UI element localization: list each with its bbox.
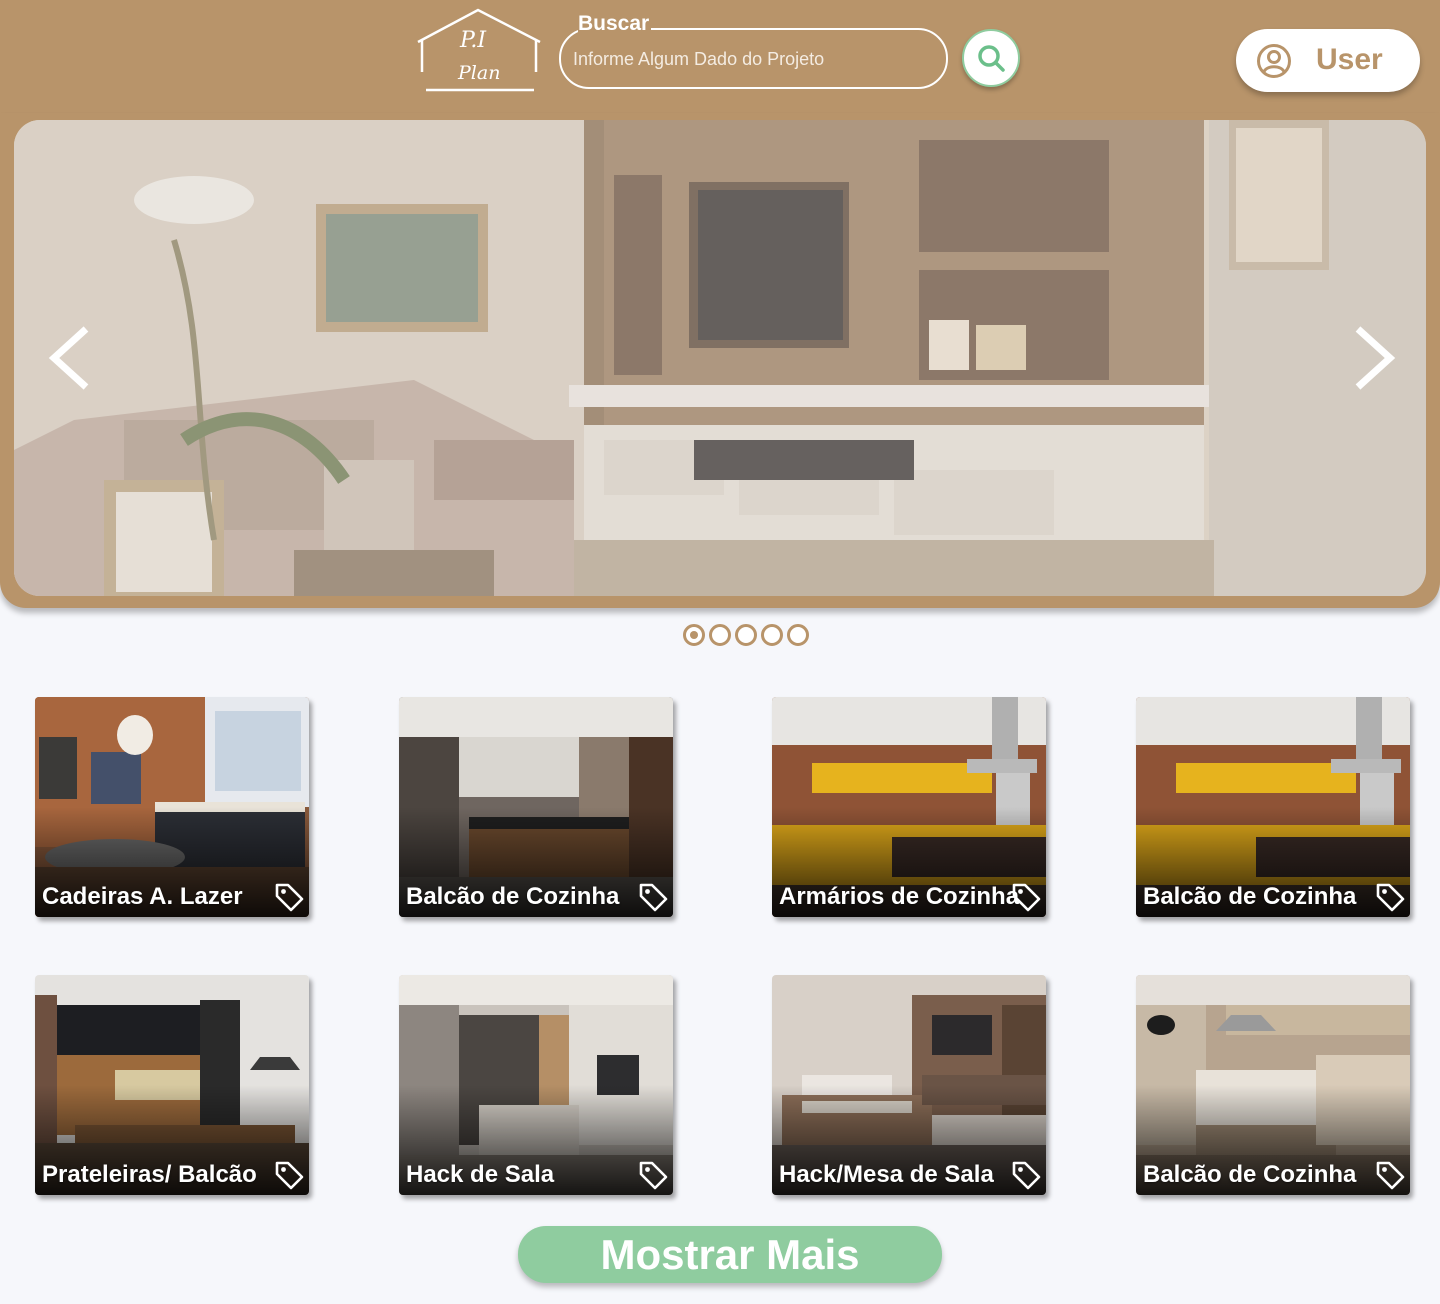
card-title: Balcão de Cozinha (1143, 883, 1357, 910)
carousel-dot-1[interactable] (683, 624, 705, 646)
card-title: Prateleiras/ Balcão (42, 1161, 257, 1188)
search-box (559, 28, 948, 89)
search-icon (978, 45, 1005, 72)
tag-icon (639, 1161, 668, 1190)
project-card[interactable]: Hack de Sala (399, 975, 673, 1195)
tag-icon (275, 1161, 304, 1190)
tag-icon (1376, 883, 1405, 912)
project-card[interactable]: Balcão de Cozinha (1136, 975, 1410, 1195)
tag-icon (1012, 883, 1041, 912)
project-card[interactable]: Hack/Mesa de Sala (772, 975, 1046, 1195)
user-button[interactable]: User (1236, 29, 1420, 92)
project-card[interactable]: Balcão de Cozinha (1136, 697, 1410, 917)
project-card[interactable]: Cadeiras A. Lazer (35, 697, 309, 917)
card-title: Cadeiras A. Lazer (42, 883, 243, 910)
chevron-right-icon (1355, 326, 1396, 390)
search-button[interactable] (962, 29, 1020, 87)
card-title: Balcão de Cozinha (1143, 1161, 1357, 1188)
carousel-prev-button[interactable] (44, 325, 94, 391)
tag-icon (1376, 1161, 1405, 1190)
tag-icon (1012, 1161, 1041, 1190)
project-card[interactable]: Armários de Cozinha (772, 697, 1046, 917)
carousel-dot-3[interactable] (735, 624, 757, 646)
carousel-slide (14, 120, 1426, 596)
carousel-dot-2[interactable] (709, 624, 731, 646)
card-title: Hack de Sala (406, 1161, 555, 1188)
card-title: Armários de Cozinha (779, 883, 1020, 910)
project-card[interactable]: Balcão de Cozinha (399, 697, 673, 917)
tag-icon (639, 883, 668, 912)
carousel-next-button[interactable] (1350, 325, 1400, 391)
carousel-dot-4[interactable] (761, 624, 783, 646)
tag-icon (275, 883, 304, 912)
chevron-left-icon (48, 326, 89, 390)
carousel-overlay (14, 120, 1426, 596)
user-label: User (1316, 43, 1383, 76)
header: P.I Plan Buscar User (0, 0, 1440, 120)
card-title: Hack/Mesa de Sala (779, 1161, 994, 1188)
logo-text: P.I (460, 28, 487, 53)
search-label: Buscar (578, 12, 652, 36)
user-icon (1257, 44, 1291, 78)
card-title: Balcão de Cozinha (406, 883, 620, 910)
carousel-dot-5[interactable] (787, 624, 809, 646)
logo[interactable]: P.I Plan (412, 6, 544, 96)
logo-subtext: Plan (458, 62, 501, 84)
carousel-indicators (683, 624, 809, 646)
show-more-button[interactable]: Mostrar Mais (518, 1226, 942, 1283)
search-input[interactable] (573, 46, 933, 72)
project-card[interactable]: Prateleiras/ Balcão (35, 975, 309, 1195)
